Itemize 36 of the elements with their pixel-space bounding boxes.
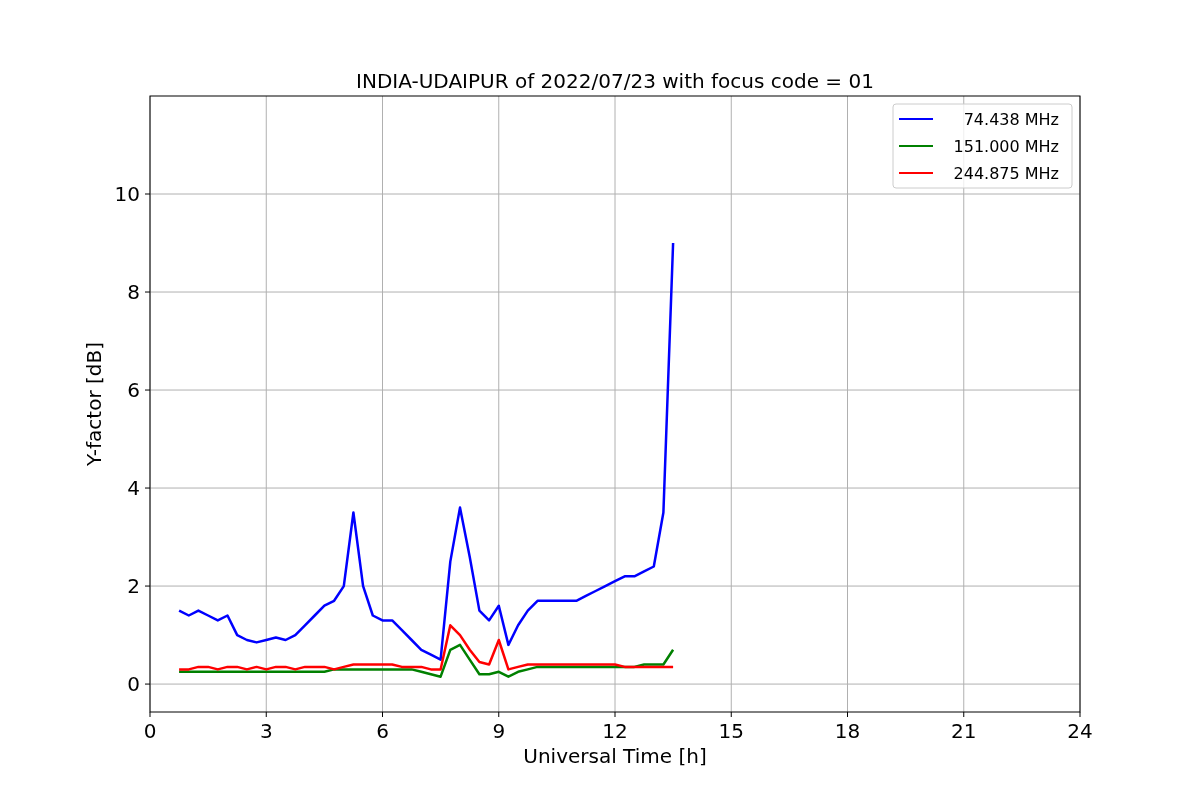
- tick-mark: [144, 291, 151, 293]
- tick-mark: [1079, 711, 1081, 718]
- tick-label: 10: [114, 182, 140, 206]
- tick-label: 0: [143, 719, 157, 743]
- tick-mark: [963, 711, 965, 718]
- tick-label: 6: [376, 719, 389, 743]
- tick-mark: [144, 389, 151, 391]
- tick-label: 8: [127, 280, 140, 304]
- tick-label: 18: [834, 719, 861, 743]
- tick-label: 24: [1067, 719, 1093, 743]
- tick-mark: [144, 683, 151, 685]
- tick-mark: [382, 711, 383, 718]
- tick-mark: [144, 193, 151, 195]
- tick-mark: [265, 711, 267, 718]
- tick-mark: [144, 487, 151, 489]
- legend-label: 74.438 MHz: [963, 110, 1059, 129]
- tick-mark: [498, 711, 500, 718]
- tick-label: 4: [127, 476, 140, 501]
- chart-title: INDIA-UDAIPUR of 2022/07/23 with focus code = 01: [356, 69, 874, 93]
- tick-label: 15: [718, 719, 744, 743]
- tick-mark: [144, 585, 151, 587]
- tick-label: 6: [127, 378, 140, 403]
- tick-label: 9: [492, 719, 506, 743]
- axis-label: Y-factor [dB]: [82, 342, 106, 466]
- tick-label: 12: [602, 719, 628, 743]
- tick-label: 2: [127, 574, 140, 599]
- tick-mark: [149, 711, 151, 718]
- legend-label: 151.000 MHz: [953, 137, 1059, 156]
- tick-mark: [847, 711, 848, 718]
- axis-label: Universal Time [h]: [523, 744, 707, 768]
- tick-mark: [730, 711, 732, 718]
- tick-label: 0: [127, 672, 140, 697]
- tick-label: 21: [951, 719, 977, 743]
- tick-label: 3: [259, 719, 273, 743]
- legend-label: 244.875 MHz: [953, 164, 1059, 183]
- tick-mark: [614, 711, 616, 718]
